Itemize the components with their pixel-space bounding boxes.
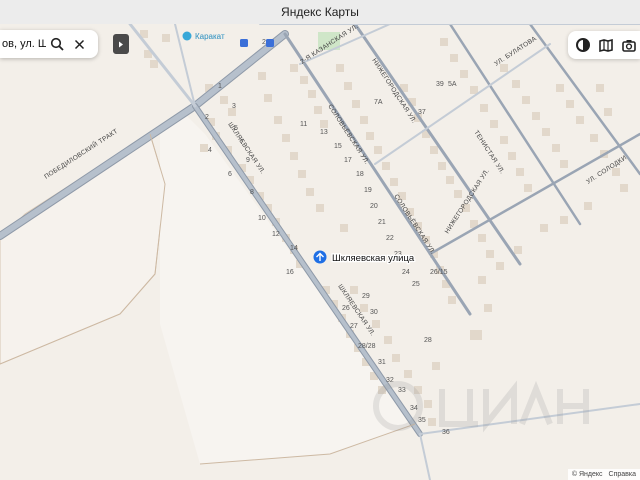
house-number: 39: [436, 81, 444, 88]
house-number: 14: [290, 245, 298, 252]
house-number: 9: [246, 157, 250, 164]
house-number: 4: [208, 147, 212, 154]
house-number: 16: [286, 269, 294, 276]
house-number: 11: [300, 121, 307, 128]
window-titlebar: Яндекс Карты: [0, 0, 640, 25]
house-number: 13: [320, 129, 328, 136]
poi-label: Каракат: [195, 32, 225, 41]
bus-stop-icon[interactable]: [240, 39, 248, 47]
layers-icon[interactable]: [572, 34, 594, 56]
window-title: Яндекс Карты: [281, 5, 359, 19]
house-number: 19: [364, 187, 372, 194]
house-number: 20: [370, 203, 378, 210]
house-number: 2: [205, 114, 209, 121]
house-number: 28/28: [358, 343, 376, 350]
house-number: 27: [350, 323, 358, 330]
house-number: 6: [228, 171, 232, 178]
house-number: 28: [424, 337, 432, 344]
search-box[interactable]: ов, ул. Шкл: [0, 30, 98, 58]
house-number: 30: [370, 309, 378, 316]
search-icon[interactable]: [46, 33, 68, 55]
poi-karakat[interactable]: Каракат: [182, 31, 225, 42]
panel-toggle-button[interactable]: [113, 34, 129, 54]
house-number: 12: [272, 231, 280, 238]
house-number: 36: [442, 429, 450, 436]
close-icon[interactable]: [68, 33, 90, 55]
house-number: 17: [344, 157, 352, 164]
map-footer: © Яндекс Справка: [567, 469, 640, 480]
house-number: 10: [258, 215, 266, 222]
house-number: 24: [402, 269, 410, 276]
map-canvas[interactable]: ПОБЕДИЛОВСКИЙ ТРАКТ ШКЛЯЕВСКАЯ УЛ. ШКЛЯЕ…: [0, 24, 640, 480]
house-number: 7: [240, 139, 244, 146]
copyright-text: © Яндекс: [571, 471, 603, 478]
bus-stop-icon-2[interactable]: [266, 39, 274, 47]
place-label: Шкляевская улица: [332, 253, 415, 264]
panorama-icon[interactable]: [595, 34, 617, 56]
house-number: 15: [334, 143, 342, 150]
camera-icon[interactable]: [618, 34, 640, 56]
house-number: 29: [362, 293, 370, 300]
house-number: 1: [218, 83, 222, 90]
house-number: 25: [412, 281, 420, 288]
house-number: 2: [262, 39, 266, 46]
house-number: 3: [232, 103, 236, 110]
house-number: 37: [418, 109, 426, 116]
poi-icon: [182, 31, 192, 41]
house-number: 26/15: [430, 269, 448, 276]
house-number: 22: [386, 235, 394, 242]
house-number: 18: [356, 171, 364, 178]
house-number: 21: [378, 219, 386, 226]
house-number: 8: [250, 189, 254, 196]
house-number: 26: [342, 305, 350, 312]
search-input[interactable]: ов, ул. Шкл: [0, 38, 46, 50]
house-number: 5: [234, 125, 238, 132]
house-number: 31: [378, 359, 386, 366]
chevron-right-icon: [119, 41, 123, 47]
house-number: 5А: [448, 81, 457, 88]
house-number: 7А: [374, 99, 383, 106]
help-link[interactable]: Справка: [609, 471, 636, 478]
